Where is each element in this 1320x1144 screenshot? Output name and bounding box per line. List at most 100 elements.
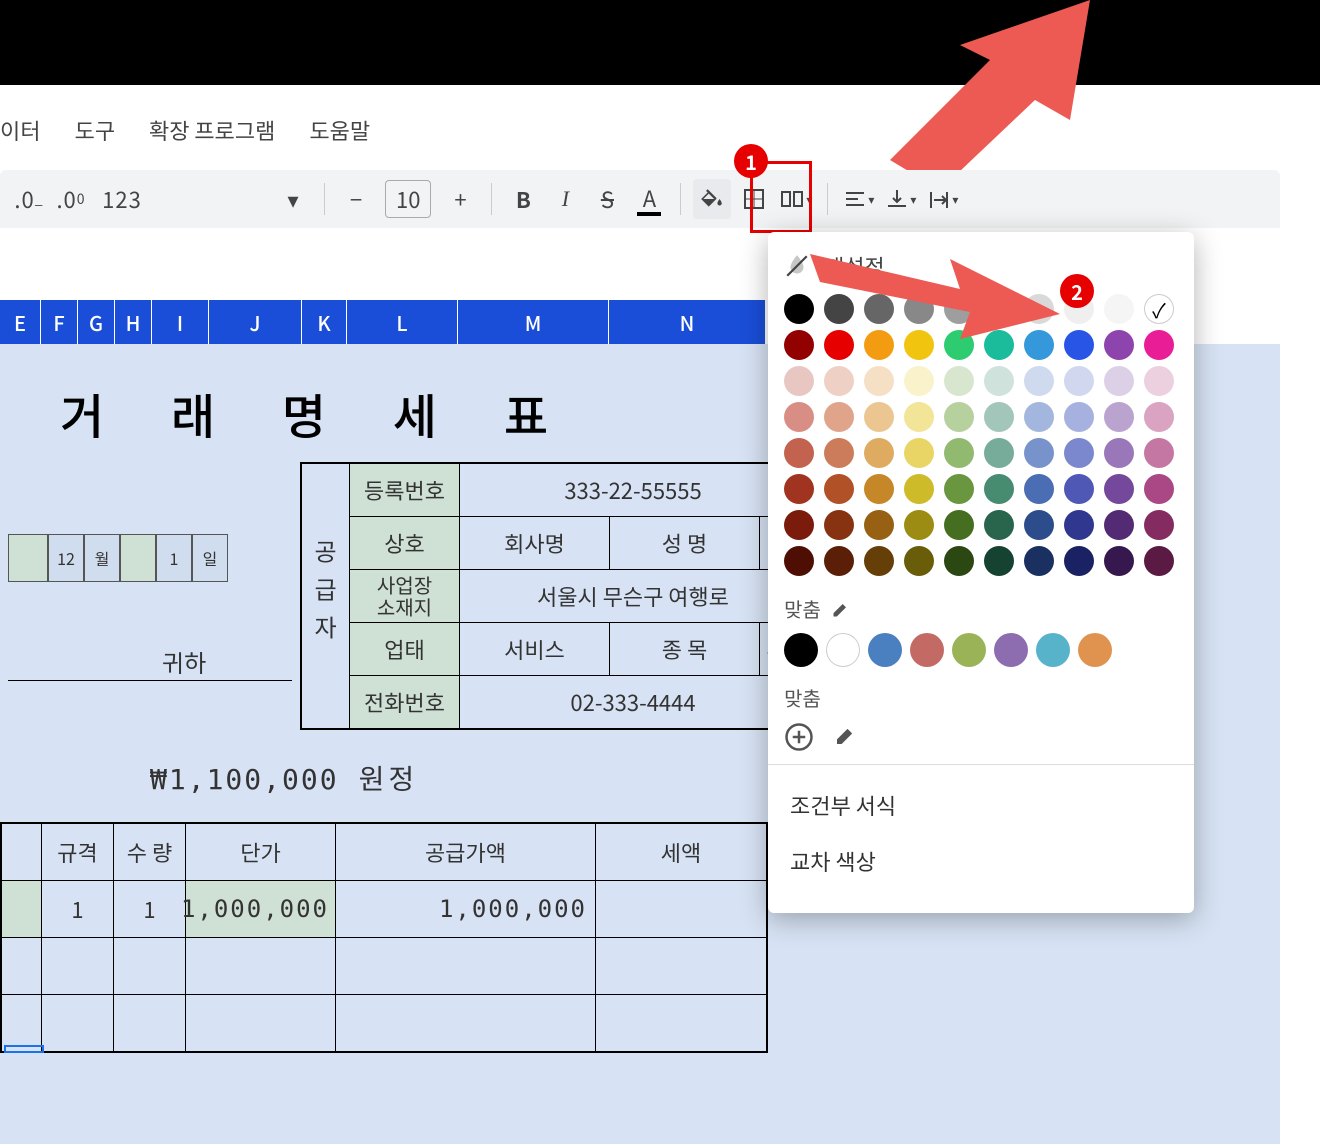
cell[interactable]: 12 <box>48 534 84 582</box>
custom-color-swatch[interactable] <box>868 633 902 667</box>
color-swatch[interactable] <box>784 438 814 468</box>
col-k[interactable]: K <box>302 300 347 344</box>
color-swatch[interactable] <box>944 402 974 432</box>
color-swatch[interactable] <box>1144 510 1174 540</box>
color-swatch[interactable] <box>1064 546 1094 576</box>
color-swatch[interactable] <box>1104 546 1134 576</box>
color-swatch[interactable] <box>824 510 854 540</box>
cell[interactable] <box>596 995 766 1051</box>
cell[interactable]: 1 <box>42 881 114 937</box>
color-swatch[interactable] <box>784 366 814 396</box>
eyedropper-icon[interactable] <box>830 723 858 751</box>
alternating-colors-link[interactable]: 교차 색상 <box>784 833 1178 889</box>
color-swatch[interactable] <box>1144 438 1174 468</box>
custom-color-swatch[interactable] <box>784 633 818 667</box>
color-swatch[interactable] <box>944 438 974 468</box>
col-f[interactable]: F <box>41 300 78 344</box>
color-swatch[interactable] <box>984 402 1014 432</box>
cell[interactable] <box>596 881 766 937</box>
color-swatch[interactable] <box>784 546 814 576</box>
cell[interactable] <box>186 995 336 1051</box>
color-swatch[interactable] <box>904 402 934 432</box>
merge-cells-button[interactable]: ▾ <box>777 179 815 219</box>
color-swatch[interactable] <box>984 546 1014 576</box>
col-g[interactable]: G <box>78 300 115 344</box>
increase-font-button[interactable]: + <box>441 179 479 219</box>
cell[interactable] <box>336 995 596 1051</box>
cell[interactable]: 1 <box>114 881 186 937</box>
color-swatch[interactable] <box>1144 402 1174 432</box>
cell[interactable] <box>8 534 48 582</box>
color-swatch[interactable] <box>1144 330 1174 360</box>
biz-value[interactable]: 서비스 <box>460 623 610 675</box>
color-swatch[interactable] <box>944 510 974 540</box>
custom-color-swatch[interactable] <box>910 633 944 667</box>
add-color-icon[interactable] <box>784 722 814 752</box>
color-swatch[interactable] <box>824 402 854 432</box>
horizontal-align-button[interactable]: ▾ <box>840 179 878 219</box>
color-swatch[interactable] <box>1064 366 1094 396</box>
color-swatch[interactable] <box>1104 294 1134 324</box>
col-e[interactable]: E <box>0 300 41 344</box>
col-m[interactable]: M <box>458 300 609 344</box>
color-swatch[interactable] <box>1104 402 1134 432</box>
color-swatch[interactable] <box>904 546 934 576</box>
cell[interactable] <box>336 938 596 994</box>
color-swatch[interactable] <box>1064 474 1094 504</box>
color-swatch[interactable] <box>984 474 1014 504</box>
color-swatch[interactable] <box>1024 402 1054 432</box>
cell[interactable] <box>120 534 156 582</box>
color-swatch[interactable] <box>1144 546 1174 576</box>
color-swatch[interactable] <box>904 510 934 540</box>
color-swatch[interactable] <box>1064 510 1094 540</box>
menu-item[interactable]: 도구 <box>74 114 114 146</box>
cell[interactable] <box>114 938 186 994</box>
color-swatch[interactable] <box>824 366 854 396</box>
color-swatch[interactable] <box>824 438 854 468</box>
address-value[interactable]: 서울시 무슨구 여행로 <box>460 570 806 622</box>
cell[interactable] <box>2 995 42 1051</box>
number-format-button[interactable]: 123 <box>94 179 150 219</box>
menu-item[interactable]: 확장 프로그램 <box>149 114 275 146</box>
color-swatch[interactable] <box>1104 438 1134 468</box>
cell[interactable]: 1,000,000 <box>336 881 596 937</box>
color-swatch[interactable] <box>824 546 854 576</box>
color-swatch[interactable] <box>864 510 894 540</box>
company-value[interactable]: 회사명 <box>460 517 610 569</box>
color-swatch[interactable] <box>864 402 894 432</box>
text-color-button[interactable]: A <box>630 179 668 219</box>
color-swatch[interactable] <box>984 366 1014 396</box>
fill-color-button[interactable] <box>693 179 731 219</box>
col-j[interactable]: J <box>209 300 302 344</box>
color-swatch[interactable] <box>864 474 894 504</box>
italic-button[interactable]: I <box>546 179 584 219</box>
color-swatch[interactable] <box>1024 366 1054 396</box>
cell[interactable] <box>186 938 336 994</box>
color-swatch[interactable] <box>1024 510 1054 540</box>
color-swatch[interactable] <box>864 438 894 468</box>
color-swatch[interactable] <box>1024 474 1054 504</box>
custom-color-swatch[interactable] <box>826 633 860 667</box>
color-swatch[interactable] <box>944 366 974 396</box>
decrease-decimal-button[interactable]: .0_ <box>10 179 48 219</box>
color-swatch[interactable] <box>1104 330 1134 360</box>
custom-color-swatch[interactable] <box>1036 633 1070 667</box>
cell[interactable] <box>2 938 42 994</box>
color-swatch[interactable] <box>1144 474 1174 504</box>
color-swatch[interactable] <box>984 510 1014 540</box>
custom-color-swatch[interactable] <box>952 633 986 667</box>
color-swatch[interactable] <box>784 510 814 540</box>
color-swatch[interactable] <box>1104 510 1134 540</box>
col-i[interactable]: I <box>152 300 209 344</box>
increase-decimal-button[interactable]: .00 <box>52 179 90 219</box>
vertical-align-button[interactable]: ▾ <box>882 179 920 219</box>
color-swatch[interactable]: ✓ <box>1144 294 1174 324</box>
cell[interactable] <box>2 824 42 880</box>
color-swatch[interactable] <box>824 474 854 504</box>
color-swatch[interactable] <box>1064 438 1094 468</box>
cell[interactable] <box>114 995 186 1051</box>
cell[interactable] <box>596 938 766 994</box>
color-swatch[interactable] <box>1024 438 1054 468</box>
cell[interactable]: 월 <box>84 534 120 582</box>
custom-color-swatch[interactable] <box>1078 633 1112 667</box>
